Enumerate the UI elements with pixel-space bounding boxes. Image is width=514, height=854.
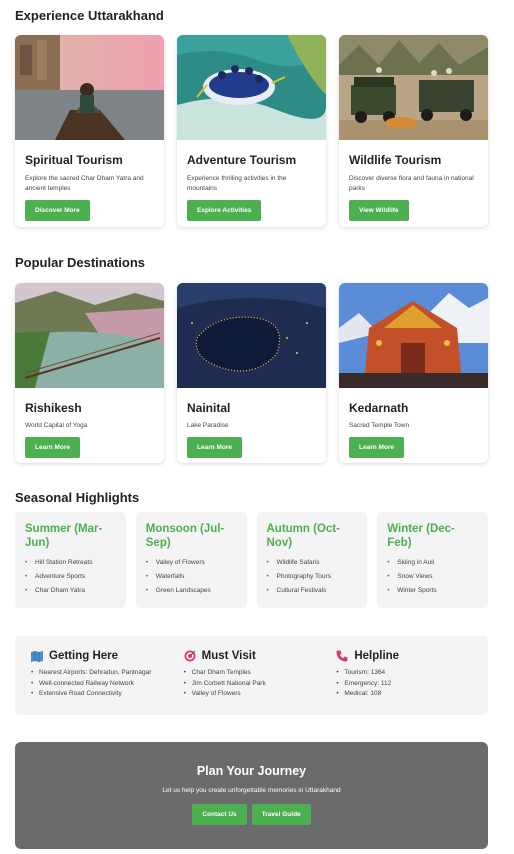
target-icon: [183, 649, 197, 663]
contact-us-button[interactable]: Contact Us: [192, 804, 247, 825]
list-item: Well-connected Railway Network: [30, 679, 183, 690]
card-title: Spiritual Tourism: [25, 153, 123, 167]
list-item: Wildlife Safaris: [267, 556, 358, 570]
card-description: Lake Paradise: [187, 422, 229, 429]
card-title: Adventure Tourism: [187, 153, 297, 167]
list-item: Winter Sports: [387, 584, 478, 598]
list-item: Photography Tours: [267, 570, 358, 584]
helpline-section: Helpline Tourism: 1364 Emergency: 112 Me…: [335, 649, 488, 715]
info-title: Getting Here: [49, 650, 119, 662]
seasonal-highlights: Summer (Mar-Jun) Hill Station Retreats A…: [15, 512, 488, 608]
list-item: Nearest Airports: Dehradun, Pantnagar: [30, 668, 183, 679]
card-spiritual-tourism: Spiritual Tourism Explore the sacred Cha…: [15, 35, 164, 227]
season-title: Monsoon (Jul-Sep): [145, 523, 225, 549]
learn-more-button[interactable]: Learn More: [25, 437, 81, 458]
experience-cards: Spiritual Tourism Explore the sacred Cha…: [15, 35, 488, 227]
destination-cards: Rishikesh World Capital of Yoga Learn Mo…: [15, 283, 488, 463]
river-meditation-photo: [15, 35, 164, 140]
view-wildlife-button[interactable]: View Wildlife: [349, 200, 409, 221]
list-item: Green Landscapes: [146, 584, 237, 598]
card-title: Nainital: [187, 401, 231, 415]
card-wildlife-tourism: Wildlife Tourism Discover diverse flora …: [339, 35, 488, 227]
season-winter: Winter (Dec-Feb) Skiing in Auli Snow Vie…: [377, 512, 488, 608]
list-item: Jim Corbett National Park: [183, 679, 336, 690]
rishikesh-bridge-photo: [15, 283, 164, 388]
getting-here-section: Getting Here Nearest Airports: Dehradun,…: [30, 649, 183, 715]
list-item: Valley of Flowers: [183, 689, 336, 700]
season-monsoon: Monsoon (Jul-Sep) Valley of Flowers Wate…: [135, 512, 247, 608]
info-title: Must Visit: [201, 650, 256, 662]
must-visit-section: Must Visit Char Dham Temples Jim Corbett…: [183, 649, 336, 715]
season-title: Autumn (Oct-Nov): [266, 523, 340, 549]
info-title: Helpline: [354, 650, 400, 662]
list-item: Cultural Festivals: [267, 584, 358, 598]
section-title-destinations: Popular Destinations: [15, 255, 146, 270]
list-item: Adventure Sports: [25, 570, 116, 584]
plan-journey-banner: Plan Your Journey Let us help you create…: [15, 742, 488, 849]
list-item: Extensive Road Connectivity: [30, 689, 183, 700]
card-description: Experience thrilling activities in the m…: [187, 175, 287, 192]
card-description: Explore the sacred Char Dham Yatra and a…: [25, 175, 144, 192]
card-rishikesh: Rishikesh World Capital of Yoga Learn Mo…: [15, 283, 164, 463]
card-nainital: Nainital Lake Paradise Learn More: [177, 283, 326, 463]
travel-guide-button[interactable]: Travel Guide: [251, 804, 311, 825]
learn-more-button[interactable]: Learn More: [349, 437, 405, 458]
season-autumn: Autumn (Oct-Nov) Wildlife Safaris Photog…: [256, 512, 368, 608]
discover-more-button[interactable]: Discover More: [25, 200, 90, 221]
card-title: Rishikesh: [25, 401, 82, 415]
section-title-experience: Experience Uttarakhand: [15, 8, 164, 23]
list-item: Emergency: 112: [335, 679, 488, 690]
card-description: Discover diverse flora and fauna in nati…: [349, 175, 474, 192]
kedarnath-temple-photo: [339, 283, 488, 388]
jungle-safari-photo: [339, 35, 488, 140]
list-item: Hill Station Retreats: [25, 556, 116, 570]
nainital-night-lake-photo: [177, 283, 326, 388]
card-adventure-tourism: Adventure Tourism Experience thrilling a…: [177, 35, 326, 227]
list-item: Skiing in Auli: [387, 556, 478, 570]
season-title: Summer (Mar-Jun): [25, 523, 103, 549]
season-title: Winter (Dec-Feb): [387, 523, 455, 549]
map-icon: [30, 649, 44, 663]
phone-icon: [335, 649, 349, 663]
list-item: Char Dham Yatra: [25, 584, 116, 598]
card-title: Kedarnath: [349, 401, 409, 415]
section-title-seasons: Seasonal Highlights: [15, 490, 140, 505]
learn-more-button[interactable]: Learn More: [187, 437, 243, 458]
list-item: Snow Views: [387, 570, 478, 584]
list-item: Waterfalls: [146, 570, 237, 584]
card-kedarnath: Kedarnath Sacred Temple Town Learn More: [339, 283, 488, 463]
season-summer: Summer (Mar-Jun) Hill Station Retreats A…: [15, 512, 126, 608]
cta-title: Plan Your Journey: [196, 764, 307, 778]
list-item: Tourism: 1364: [335, 668, 488, 679]
card-title: Wildlife Tourism: [349, 153, 442, 167]
list-item: Medical: 108: [335, 689, 488, 700]
travel-info-panel: Getting Here Nearest Airports: Dehradun,…: [15, 636, 488, 715]
cta-subtitle: Let us help you create unforgettable mem…: [162, 787, 341, 794]
list-item: Char Dham Temples: [183, 668, 336, 679]
card-description: Sacred Temple Town: [349, 422, 410, 429]
river-rafting-photo: [177, 35, 326, 140]
card-description: World Capital of Yoga: [25, 422, 88, 429]
list-item: Valley of Flowers: [146, 556, 237, 570]
explore-activities-button[interactable]: Explore Activities: [187, 200, 262, 221]
